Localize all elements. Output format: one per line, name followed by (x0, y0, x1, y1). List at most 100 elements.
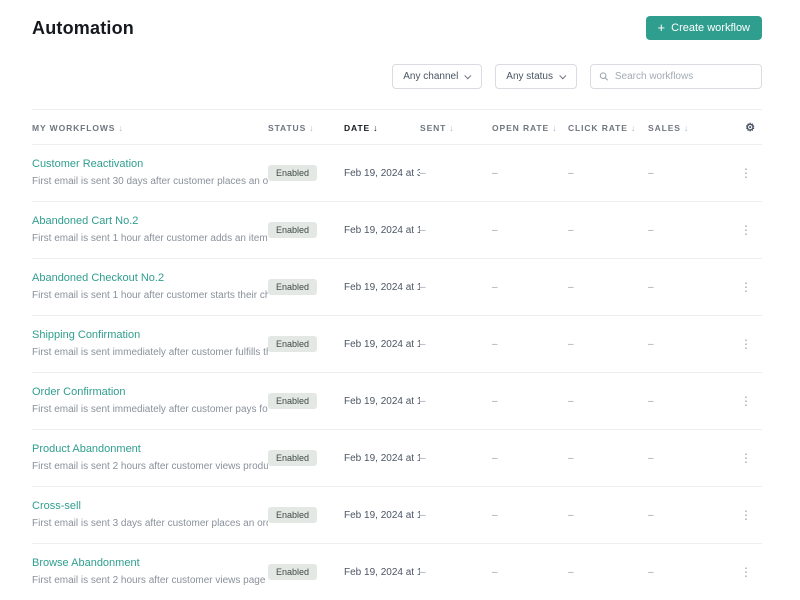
row-menu-button[interactable]: ⋮ (740, 280, 752, 294)
workflow-description: First email is sent 1 hour after custome… (32, 233, 268, 244)
row-menu-button[interactable]: ⋮ (740, 451, 752, 465)
status-badge: Enabled (268, 507, 318, 523)
row-menu-cell: ⋮ (736, 372, 762, 430)
workflow-name-link[interactable]: Shipping Confirmation (32, 329, 268, 342)
status-cell: Enabled (268, 429, 344, 487)
open-rate-cell: – (492, 258, 568, 316)
channel-filter-dropdown[interactable]: Any channel (392, 64, 483, 89)
sent-cell: – (420, 543, 492, 600)
row-menu-button[interactable]: ⋮ (740, 508, 752, 522)
sort-down-icon: ↓ (683, 122, 690, 133)
column-header-status[interactable]: Status ↓ (268, 109, 344, 145)
automation-page: Automation + Create workflow Any channel… (0, 0, 800, 600)
column-header-my-workflows[interactable]: My workflows ↓ (32, 109, 268, 145)
sort-down-icon: ↓ (630, 122, 637, 133)
status-cell: Enabled (268, 486, 344, 544)
click-rate-cell: – (568, 486, 648, 544)
sent-cell: – (420, 372, 492, 430)
workflow-name-link[interactable]: Product Abandonment (32, 443, 268, 456)
table-row[interactable]: Browse Abandonment First email is sent 2… (32, 543, 762, 600)
search-input[interactable] (614, 71, 753, 82)
table-row[interactable]: Abandoned Cart No.2 First email is sent … (32, 201, 762, 259)
workflow-description: First email is sent 30 days after custom… (32, 176, 268, 187)
status-badge: Enabled (268, 450, 318, 466)
status-badge: Enabled (268, 336, 318, 352)
sales-cell: – (648, 543, 736, 600)
sort-down-icon: ↓ (373, 122, 379, 133)
status-cell: Enabled (268, 372, 344, 430)
column-header-open-rate[interactable]: Open rate ↓ (492, 109, 568, 145)
workflows-tbody: Customer Reactivation First email is sen… (32, 144, 762, 600)
sent-cell: – (420, 486, 492, 544)
sales-cell: – (648, 201, 736, 259)
search-box[interactable] (590, 64, 762, 89)
column-header-click-rate[interactable]: Click rate ↓ (568, 109, 648, 145)
click-rate-cell: – (568, 429, 648, 487)
row-menu-cell: ⋮ (736, 486, 762, 544)
workflow-name-link[interactable]: Cross-sell (32, 500, 268, 513)
open-rate-cell: – (492, 543, 568, 600)
date-cell: Feb 19, 2024 at 1:… (344, 315, 420, 373)
sort-down-icon: ↓ (118, 122, 124, 133)
sales-cell: – (648, 258, 736, 316)
row-menu-button[interactable]: ⋮ (740, 223, 752, 237)
row-menu-cell: ⋮ (736, 144, 762, 202)
channel-filter-value: Any channel (403, 71, 459, 82)
column-header-sent[interactable]: Sent ↓ (420, 109, 492, 145)
table-settings-button[interactable]: ⚙ (736, 109, 762, 145)
top-bar: Automation + Create workflow (32, 16, 762, 40)
status-cell: Enabled (268, 315, 344, 373)
sales-cell: – (648, 315, 736, 373)
click-rate-cell: – (568, 372, 648, 430)
date-cell: Feb 19, 2024 at 1:… (344, 201, 420, 259)
sales-cell: – (648, 144, 736, 202)
create-workflow-label: Create workflow (671, 22, 750, 34)
table-row[interactable]: Shipping Confirmation First email is sen… (32, 315, 762, 373)
row-menu-button[interactable]: ⋮ (740, 337, 752, 351)
table-row[interactable]: Product Abandonment First email is sent … (32, 429, 762, 487)
sent-cell: – (420, 315, 492, 373)
workflow-name-link[interactable]: Browse Abandonment (32, 557, 268, 570)
workflow-description: First email is sent 2 hours after custom… (32, 461, 268, 472)
row-menu-cell: ⋮ (736, 543, 762, 600)
sales-cell: – (648, 372, 736, 430)
open-rate-cell: – (492, 201, 568, 259)
table-row[interactable]: Customer Reactivation First email is sen… (32, 144, 762, 202)
chevron-down-icon (559, 72, 567, 80)
date-cell: Feb 19, 2024 at 3:… (344, 144, 420, 202)
workflow-name-link[interactable]: Customer Reactivation (32, 158, 268, 171)
row-menu-button[interactable]: ⋮ (740, 394, 752, 408)
gear-icon: ⚙ (745, 122, 756, 134)
table-row[interactable]: Abandoned Checkout No.2 First email is s… (32, 258, 762, 316)
sales-cell: – (648, 486, 736, 544)
workflow-cell: Product Abandonment First email is sent … (32, 429, 268, 487)
table-row[interactable]: Cross-sell First email is sent 3 days af… (32, 486, 762, 544)
open-rate-cell: – (492, 372, 568, 430)
click-rate-cell: – (568, 543, 648, 600)
workflow-cell: Order Confirmation First email is sent i… (32, 372, 268, 430)
status-filter-dropdown[interactable]: Any status (495, 64, 577, 89)
table-row[interactable]: Order Confirmation First email is sent i… (32, 372, 762, 430)
row-menu-button[interactable]: ⋮ (740, 565, 752, 579)
workflow-name-link[interactable]: Abandoned Cart No.2 (32, 215, 268, 228)
workflow-cell: Shipping Confirmation First email is sen… (32, 315, 268, 373)
workflow-name-link[interactable]: Order Confirmation (32, 386, 268, 399)
status-cell: Enabled (268, 201, 344, 259)
status-cell: Enabled (268, 258, 344, 316)
sort-down-icon: ↓ (309, 122, 315, 133)
column-header-sales[interactable]: Sales ↓ (648, 109, 736, 145)
row-menu-button[interactable]: ⋮ (740, 166, 752, 180)
date-cell: Feb 19, 2024 at 1:… (344, 486, 420, 544)
sales-cell: – (648, 429, 736, 487)
workflow-cell: Browse Abandonment First email is sent 2… (32, 543, 268, 600)
column-header-date[interactable]: Date ↓ (344, 109, 420, 145)
search-icon (599, 72, 609, 81)
create-workflow-button[interactable]: + Create workflow (645, 16, 762, 40)
workflow-name-link[interactable]: Abandoned Checkout No.2 (32, 272, 268, 285)
row-menu-cell: ⋮ (736, 201, 762, 259)
workflow-description: First email is sent 3 days after custome… (32, 518, 268, 529)
row-menu-cell: ⋮ (736, 429, 762, 487)
workflow-cell: Abandoned Checkout No.2 First email is s… (32, 258, 268, 316)
click-rate-cell: – (568, 258, 648, 316)
page-title: Automation (32, 17, 134, 38)
